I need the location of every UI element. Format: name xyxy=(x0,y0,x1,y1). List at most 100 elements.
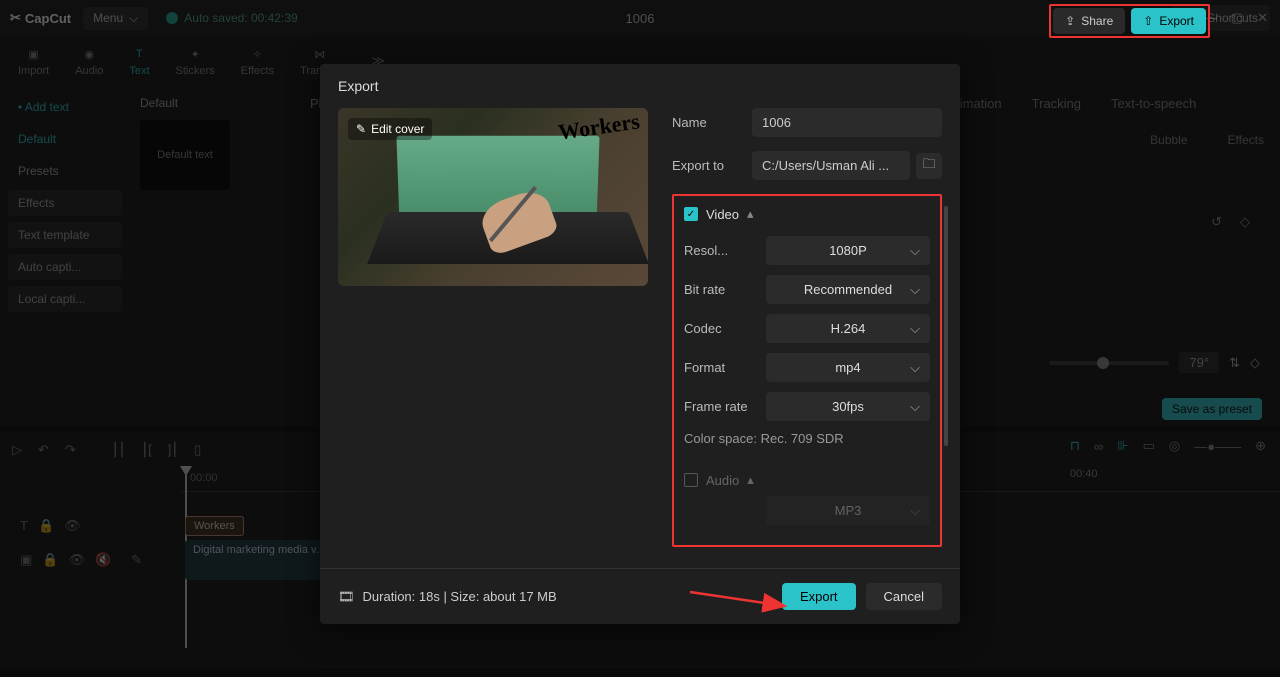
keyframe-icon[interactable]: ◇ xyxy=(1240,214,1250,230)
delete-icon[interactable]: ▯ xyxy=(194,442,201,458)
ruler-mark: 00:00 xyxy=(190,472,218,484)
exportto-input[interactable]: C:/Users/Usman Ali ... xyxy=(752,151,910,180)
preview-icon[interactable]: ▭ xyxy=(1143,438,1155,454)
assets-panel: Default Default text xyxy=(130,86,300,426)
resolution-select[interactable]: 1080P xyxy=(766,236,930,265)
ptab-tracking[interactable]: Tracking xyxy=(1032,96,1081,111)
tab-label: Effects xyxy=(241,65,274,77)
save-preset-button[interactable]: Save as preset xyxy=(1162,398,1262,420)
sidebar-autocap[interactable]: Auto capti... xyxy=(8,254,122,280)
subtab-bubble[interactable]: Bubble xyxy=(1150,133,1187,147)
lock-icon[interactable]: 🔒 xyxy=(42,552,58,568)
sidebar-effects[interactable]: Effects xyxy=(8,190,122,216)
split-icon[interactable]: ⎮⎮ xyxy=(112,442,126,458)
topbar-actions: ⇪ Share ⇧ Export xyxy=(1049,4,1210,38)
trim-right-icon[interactable]: ]⎮ xyxy=(168,442,178,458)
menu-button[interactable]: Menu ⌵ xyxy=(83,7,148,30)
ruler-mark-40: 00:40 xyxy=(1070,468,1098,480)
duration-info: 🎞 Duration: 18s | Size: about 17 MB xyxy=(338,589,557,605)
text-icon: T xyxy=(130,45,148,63)
tab-label: Text xyxy=(129,65,149,77)
mute-icon[interactable]: 🔇 xyxy=(95,552,111,568)
angle-value[interactable]: 79° xyxy=(1179,352,1219,373)
name-label: Name xyxy=(672,115,752,130)
share-label: Share xyxy=(1081,14,1113,28)
audio-checkbox[interactable] xyxy=(684,473,698,487)
modal-footer: 🎞 Duration: 18s | Size: about 17 MB Expo… xyxy=(320,568,960,624)
text-track-controls: T 🔒 👁 xyxy=(20,518,81,534)
tab-label: Import xyxy=(18,65,49,77)
modal-cancel-button[interactable]: Cancel xyxy=(866,583,942,610)
trim-left-icon[interactable]: ⎮[ xyxy=(141,442,151,458)
audio-format-select: MP3 xyxy=(766,496,930,525)
chevron-down-icon: ⌵ xyxy=(129,11,138,26)
video-section-header[interactable]: ✓ Video ▴ xyxy=(684,206,930,222)
zoom-fit-icon[interactable]: ⊕ xyxy=(1255,438,1266,454)
video-clip-label: Digital marketing media v... xyxy=(193,544,325,556)
tab-text[interactable]: T Text xyxy=(129,45,149,77)
resolution-row: Resol... 1080P xyxy=(684,236,930,265)
bitrate-label: Bit rate xyxy=(684,282,766,297)
export-button[interactable]: ⇧ Export xyxy=(1131,8,1206,34)
codec-select[interactable]: H.264 xyxy=(766,314,930,343)
sidebar-default[interactable]: Default xyxy=(8,126,122,152)
browse-folder-button[interactable]: 🗀 xyxy=(916,153,942,179)
sidebar-add-text[interactable]: • Add text xyxy=(8,94,122,120)
exportto-label: Export to xyxy=(672,158,752,173)
codec-label: Codec xyxy=(684,321,766,336)
transitions-icon: ⋈ xyxy=(311,45,329,63)
sidebar-presets[interactable]: Presets xyxy=(8,158,122,184)
collapse-icon[interactable]: ▴ xyxy=(747,472,754,488)
link-icon[interactable]: ∞ xyxy=(1094,439,1103,454)
angle-slider[interactable] xyxy=(1049,361,1169,365)
default-text-thumb[interactable]: Default text xyxy=(140,120,230,190)
format-select[interactable]: mp4 xyxy=(766,353,930,382)
magnet-icon[interactable]: ⊓ xyxy=(1070,438,1080,454)
footer-buttons: Export Cancel xyxy=(782,583,942,610)
target-icon[interactable]: ◎ xyxy=(1169,438,1180,454)
share-button[interactable]: ⇪ Share xyxy=(1053,8,1125,34)
check-icon xyxy=(166,12,178,24)
angle-control: 79° ⇅ ◇ xyxy=(1049,352,1260,373)
text-clip[interactable]: Workers xyxy=(185,516,244,536)
audio-format-row: MP3 xyxy=(684,496,930,525)
ptab-tts[interactable]: Text-to-speech xyxy=(1111,96,1196,111)
text-track-icon: T xyxy=(20,518,28,534)
eye-icon[interactable]: 👁 xyxy=(64,518,81,534)
stepper-icon[interactable]: ⇅ xyxy=(1229,355,1240,371)
subtab-effects[interactable]: Effects xyxy=(1228,133,1264,147)
audio-section-header[interactable]: Audio ▴ xyxy=(684,472,930,488)
align-icon[interactable]: ⊪ xyxy=(1117,438,1128,454)
assets-heading: Default xyxy=(140,96,290,110)
redo-icon[interactable]: ↷ xyxy=(65,442,76,458)
maximize-icon[interactable]: ▢ xyxy=(1231,10,1243,26)
tab-stickers[interactable]: ✦Stickers xyxy=(176,45,215,77)
tab-effects[interactable]: ✧Effects xyxy=(241,45,274,77)
pointer-icon[interactable]: ▷ xyxy=(12,442,22,458)
framerate-label: Frame rate xyxy=(684,399,766,414)
video-checkbox[interactable]: ✓ xyxy=(684,207,698,221)
zoom-slider[interactable]: —●—— xyxy=(1194,439,1241,454)
eye-icon[interactable]: 👁 xyxy=(68,552,85,568)
edit-track-icon[interactable]: ✎ xyxy=(131,552,142,568)
tab-import[interactable]: ▣Import xyxy=(18,45,49,77)
folder-icon: 🗀 xyxy=(922,155,935,177)
keyframe-icon[interactable]: ◇ xyxy=(1250,355,1260,371)
cover-column: ✎Edit cover Workers xyxy=(338,108,648,568)
sidebar-template[interactable]: Text template xyxy=(8,222,122,248)
bitrate-select[interactable]: Recommended xyxy=(766,275,930,304)
undo-icon[interactable]: ↶ xyxy=(38,442,49,458)
sidebar-localcap[interactable]: Local capti... xyxy=(8,286,122,312)
framerate-select[interactable]: 30fps xyxy=(766,392,930,421)
collapse-icon[interactable]: ▴ xyxy=(747,206,754,222)
scrollbar[interactable] xyxy=(944,206,948,446)
tab-audio[interactable]: ◉Audio xyxy=(75,45,103,77)
edit-cover-button[interactable]: ✎Edit cover xyxy=(348,118,432,140)
close-icon[interactable]: ✕ xyxy=(1257,10,1268,26)
reset-icon[interactable]: ↺ xyxy=(1211,214,1222,230)
lock-icon[interactable]: 🔒 xyxy=(38,518,54,534)
name-input[interactable]: 1006 xyxy=(752,108,942,137)
export-label: Export xyxy=(1159,14,1194,28)
bitrate-row: Bit rate Recommended xyxy=(684,275,930,304)
modal-body: ✎Edit cover Workers Name 1006 Export to … xyxy=(320,108,960,568)
